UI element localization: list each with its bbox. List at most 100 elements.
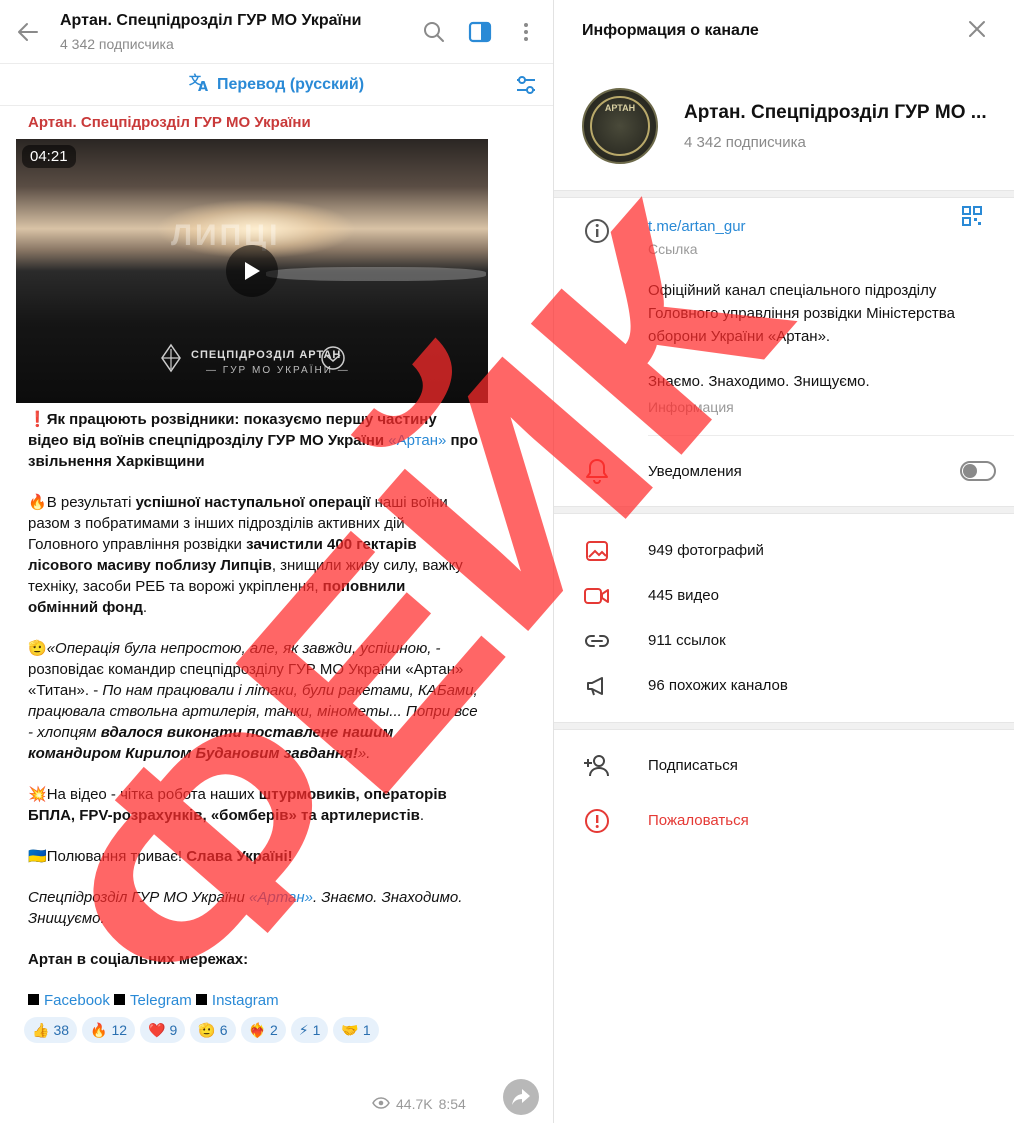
post-text: ❗Як працюють розвідники: показуємо першу…	[28, 409, 478, 1011]
post-author[interactable]: Артан. Спецпідрозділ ГУР МО України	[28, 114, 553, 131]
video-brand-line1: СПЕЦПІДРОЗДІЛ АРТАН	[191, 349, 342, 361]
channel-avatar[interactable]: АРТАН	[582, 88, 658, 164]
post-paragraph-4: 💥На відео - чітка робота наших штурмовик…	[28, 784, 478, 826]
reaction-count: 12	[111, 1022, 128, 1038]
similar-channels-count: 96 похожих каналов	[648, 677, 788, 694]
videos-count: 445 видео	[648, 587, 719, 604]
post-meta: 44.7K 8:54	[372, 1096, 466, 1112]
post-paragraph-5: 🇺🇦Полювання триває! Слава Україні!	[28, 846, 478, 867]
channel-name: Артан. Спецпідрозділ ГУР МО ...	[684, 101, 987, 123]
post-paragraph-1: ❗Як працюють розвідники: показуємо першу…	[28, 409, 478, 472]
river-shape	[266, 267, 486, 281]
p3-a: «Операція була непростою, але, як завжди…	[46, 640, 441, 657]
notifications-row[interactable]: Уведомления	[554, 436, 1014, 506]
subscribe-button[interactable]: Подписаться	[554, 738, 1014, 793]
search-icon[interactable]	[421, 19, 447, 45]
p4-c: .	[419, 807, 425, 824]
ukraine-flag-emoji: 🇺🇦	[28, 848, 47, 865]
p3-e: ».	[357, 745, 371, 762]
report-button[interactable]: Пожаловаться	[554, 793, 1014, 848]
reaction-thumbs-up[interactable]: 👍 38	[24, 1017, 78, 1043]
filter-settings-icon[interactable]	[515, 74, 537, 101]
share-icon[interactable]	[503, 1079, 539, 1115]
collision-emoji: 💥	[28, 786, 47, 803]
photos-count: 949 фотографий	[648, 542, 764, 559]
close-icon[interactable]	[968, 20, 986, 43]
translate-label: Перевод (русский)	[216, 75, 365, 93]
actions-section: Подписаться Пожаловаться	[554, 730, 1014, 848]
bell-icon	[582, 458, 612, 484]
chat-title: Артан. Спецпідрозділ ГУР МО України	[60, 11, 362, 29]
photo-icon	[582, 540, 612, 562]
reaction-heart-fire[interactable]: ❤️‍🔥 2	[240, 1017, 286, 1043]
reaction-count: 6	[219, 1022, 228, 1038]
views-count: 44.7K	[396, 1096, 433, 1112]
qr-code-icon[interactable]	[962, 206, 982, 231]
translate-icon: 文A	[189, 72, 211, 97]
telegram-link[interactable]: Telegram	[130, 992, 192, 1009]
telegram-window: Артан. Спецпідрозділ ГУР МО України 4 34…	[0, 0, 1014, 1123]
chat-pane: Артан. Спецпідрозділ ГУР МО України 4 34…	[0, 0, 554, 1123]
reaction-emoji: 👍	[32, 1021, 50, 1038]
post-paragraph-6: Спецпідрозділ ГУР МО України «Артан». Зн…	[28, 887, 478, 929]
media-row-photos[interactable]: 949 фотографий	[554, 528, 1014, 573]
p5-b: Слава Україні!	[186, 848, 293, 865]
reaction-emoji: 🫡	[198, 1021, 216, 1038]
media-row-links[interactable]: 911 ссылок	[554, 618, 1014, 663]
p2-a: В результаті	[46, 494, 136, 511]
channel-profile: АРТАН Артан. Спецпідрозділ ГУР МО ... 4 …	[554, 62, 1014, 190]
bullet-square-icon	[28, 994, 39, 1005]
add-user-icon	[582, 754, 612, 778]
reaction-emoji: 🤝	[341, 1021, 359, 1038]
gur-emblem-icon	[321, 346, 345, 370]
play-icon[interactable]	[226, 245, 278, 297]
salute-emoji: 🫡	[28, 640, 47, 657]
post-paragraph-3: 🫡«Операція була непростою, але, як завжд…	[28, 638, 478, 764]
sidebar-toggle-icon[interactable]	[467, 19, 493, 45]
p2-g: .	[142, 599, 148, 616]
bullet-square-icon	[114, 994, 126, 1005]
reaction-heart[interactable]: ❤️ 9	[140, 1017, 186, 1043]
reaction-count: 1	[362, 1022, 371, 1038]
p5-a: Полювання триває!	[46, 848, 187, 865]
back-arrow-icon[interactable]	[14, 18, 42, 46]
reaction-count: 2	[269, 1022, 278, 1038]
media-row-videos[interactable]: 445 видео	[554, 573, 1014, 618]
avatar-label: АРТАН	[604, 103, 636, 113]
channel-subscribers: 4 342 подписчика	[684, 133, 806, 151]
chat-header-text[interactable]: Артан. Спецпідрозділ ГУР МО України 4 34…	[60, 12, 421, 52]
reaction-fire[interactable]: 🔥 12	[82, 1017, 136, 1043]
media-row-similar-channels[interactable]: 96 похожих каналов	[554, 663, 1014, 708]
reaction-emoji: ❤️‍🔥	[248, 1021, 266, 1038]
info-header: Информация о канале	[554, 0, 1014, 62]
p6-a: Спецпідрозділ ГУР МО України	[28, 889, 249, 906]
artan-link-2[interactable]: «Артан»	[249, 889, 313, 906]
megaphone-icon	[582, 675, 612, 697]
video-icon	[582, 586, 612, 606]
info-title: Информация о канале	[582, 22, 759, 39]
more-vertical-icon[interactable]	[513, 19, 539, 45]
divider	[554, 722, 1014, 730]
chat-subscribers: 4 342 подписчика	[60, 35, 174, 52]
video-thumbnail[interactable]: ЛИПЦІ 04:21 СПЕЦПІДРОЗДІЛ АРТАН — ГУР МО…	[16, 139, 488, 403]
divider	[554, 506, 1014, 514]
reaction-handshake[interactable]: 🤝 1	[333, 1017, 379, 1043]
instagram-link[interactable]: Instagram	[212, 992, 279, 1009]
notifications-label: Уведомления	[648, 462, 742, 480]
svg-text:A: A	[198, 80, 208, 92]
social-title: Артан в соціальних мережах:	[28, 951, 249, 968]
channel-link[interactable]: t.me/artan_gur	[648, 218, 988, 235]
facebook-link[interactable]: Facebook	[44, 992, 110, 1009]
artan-link[interactable]: «Артан»	[388, 432, 446, 449]
reaction-emoji: 🔥	[90, 1021, 108, 1038]
views-eye-icon	[372, 1096, 390, 1112]
reaction-count: 1	[312, 1022, 321, 1038]
social-links: Facebook Telegram Instagram	[28, 990, 478, 1011]
notifications-toggle[interactable]	[960, 461, 996, 481]
unit-emblem-icon	[161, 343, 181, 373]
reactions-bar: 👍 38 🔥 12 ❤️ 9 🫡 6 ❤️‍🔥 2 ⚡ 1 🤝 1	[24, 1017, 553, 1043]
reaction-lightning[interactable]: ⚡ 1	[290, 1017, 329, 1043]
bullet-square-icon	[195, 994, 207, 1005]
translate-bar[interactable]: 文A Перевод (русский)	[0, 64, 553, 106]
reaction-salute[interactable]: 🫡 6	[190, 1017, 236, 1043]
